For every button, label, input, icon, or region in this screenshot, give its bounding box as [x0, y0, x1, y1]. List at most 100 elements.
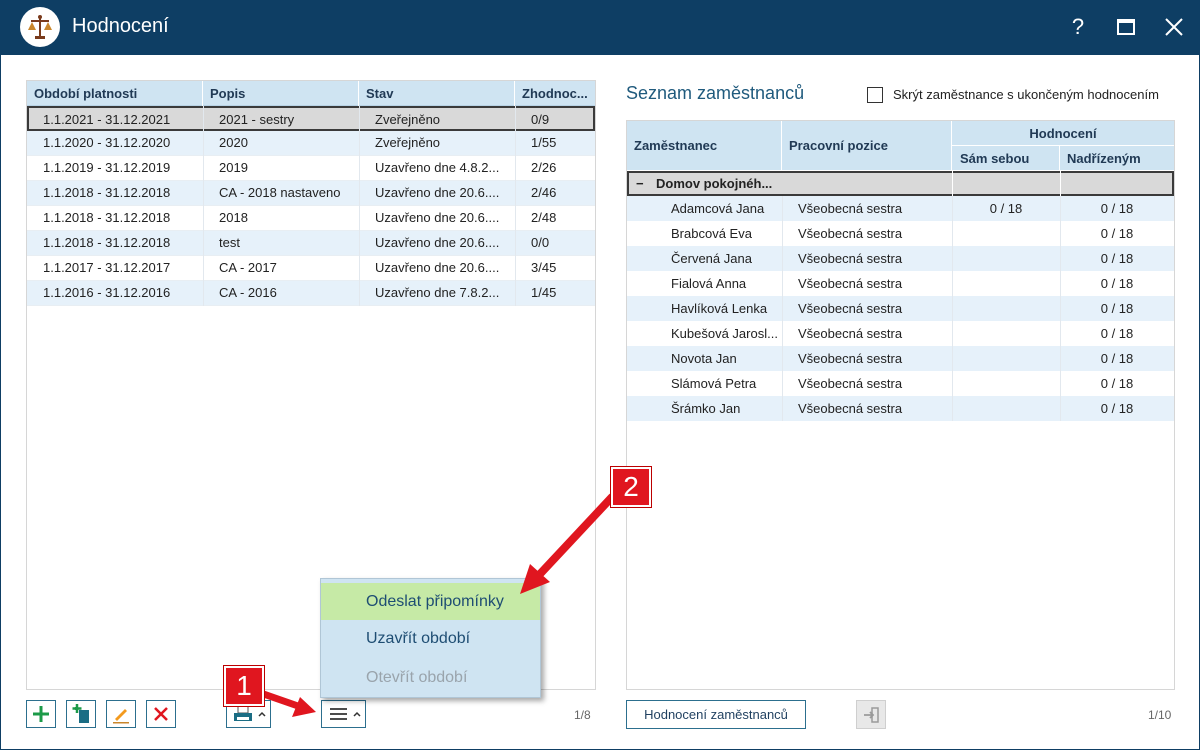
period-cell: 1.1.2021 - 31.12.2021	[43, 112, 171, 127]
column-header-employee[interactable]: Zaměstnanec	[627, 121, 782, 171]
column-separator	[782, 196, 783, 421]
superior-eval-cell: 0 / 18	[1100, 251, 1134, 266]
grid-header: Období platnosti Popis Stav Zhodnoc...	[27, 81, 595, 106]
evaluated-cell: 0/0	[531, 235, 550, 250]
superior-eval-cell: 0 / 18	[1100, 226, 1134, 241]
state-cell: Uzavřeno dne 20.6....	[375, 185, 500, 200]
state-cell: Uzavřeno dne 7.8.2...	[375, 285, 500, 300]
title-bar: Hodnocení ?	[0, 0, 1200, 55]
superior-eval-cell: 0 / 18	[1100, 326, 1134, 341]
column-header-period[interactable]: Období platnosti	[27, 81, 203, 106]
table-row[interactable]: Adamcová Jana Všeobecná sestra 0 / 18 0 …	[627, 196, 1174, 221]
table-row[interactable]: 1.1.2021 - 31.12.2021 2021 - sestry Zveř…	[27, 106, 595, 131]
table-row[interactable]: Slámová Petra Všeobecná sestra 0 / 18	[627, 371, 1174, 396]
employee-name-cell: Havlíková Lenka	[671, 301, 768, 316]
table-row[interactable]: 1.1.2020 - 31.12.2020 2020 Zveřejněno 1/…	[27, 131, 595, 156]
self-eval-cell	[952, 346, 1060, 371]
state-cell: Uzavřeno dne 20.6....	[375, 260, 500, 275]
help-button[interactable]: ?	[1063, 12, 1093, 42]
description-cell: 2018	[219, 210, 248, 225]
group-row[interactable]: − Domov pokojnéh...	[627, 171, 1174, 196]
evaluated-cell: 0/9	[531, 112, 550, 127]
export-button	[856, 700, 886, 729]
column-header-description[interactable]: Popis	[203, 81, 359, 106]
period-cell: 1.1.2017 - 31.12.2017	[43, 260, 171, 275]
evaluated-cell: 3/45	[531, 260, 557, 275]
table-row[interactable]: Havlíková Lenka Všeobecná sestra 0 / 18	[627, 296, 1174, 321]
employee-name-cell: Novota Jan	[671, 351, 737, 366]
description-cell: 2021 - sestry	[219, 112, 295, 127]
description-cell: CA - 2017	[219, 260, 277, 275]
maximize-button[interactable]	[1111, 12, 1141, 42]
copy-button[interactable]	[66, 700, 96, 728]
superior-eval-cell: 0 / 18	[1100, 201, 1134, 216]
state-cell: Uzavřeno dne 20.6....	[375, 235, 500, 250]
table-row[interactable]: 1.1.2018 - 31.12.2018 test Uzavřeno dne …	[27, 231, 595, 256]
column-separator	[952, 196, 953, 421]
period-cell: 1.1.2018 - 31.12.2018	[43, 185, 171, 200]
employee-name-cell: Šrámko Jan	[671, 401, 741, 416]
self-eval-cell	[952, 321, 1060, 346]
employee-name-cell: Kubešová Jarosl...	[671, 326, 778, 341]
superior-eval-cell: 0 / 18	[1100, 401, 1134, 416]
edit-button[interactable]	[106, 700, 136, 728]
collapse-toggle-icon[interactable]: −	[636, 171, 644, 196]
add-button[interactable]	[26, 700, 56, 728]
state-cell: Zveřejněno	[375, 135, 441, 150]
state-cell: Zveřejněno	[375, 112, 441, 127]
self-eval-cell	[952, 296, 1060, 321]
period-cell: 1.1.2016 - 31.12.2016	[43, 285, 171, 300]
employee-name-cell: Adamcová Jana	[671, 201, 765, 216]
hide-finished-checkbox[interactable]	[867, 87, 883, 103]
column-header-evaluated[interactable]: Zhodnoc...	[515, 81, 595, 106]
position-cell: Všeobecná sestra	[798, 276, 903, 291]
state-cell: Uzavřeno dne 20.6....	[375, 210, 500, 225]
evaluated-cell: 1/45	[531, 285, 557, 300]
hamburger-menu-icon	[329, 708, 361, 720]
table-row[interactable]: 1.1.2017 - 31.12.2017 CA - 2017 Uzavřeno…	[27, 256, 595, 281]
table-row[interactable]: Fialová Anna Všeobecná sestra 0 / 18	[627, 271, 1174, 296]
position-cell: Všeobecná sestra	[798, 376, 903, 391]
self-eval-cell	[952, 396, 1060, 421]
close-button[interactable]	[1159, 12, 1189, 42]
actions-dropdown-menu: Odeslat připomínky Uzavřít období Otevří…	[320, 578, 541, 698]
description-cell: 2019	[219, 160, 248, 175]
self-eval-cell	[952, 221, 1060, 246]
table-row[interactable]: 1.1.2016 - 31.12.2016 CA - 2016 Uzavřeno…	[27, 281, 595, 306]
table-row[interactable]: 1.1.2018 - 31.12.2018 2018 Uzavřeno dne …	[27, 206, 595, 231]
table-row[interactable]: 1.1.2018 - 31.12.2018 CA - 2018 nastaven…	[27, 181, 595, 206]
evaluate-employees-button[interactable]: Hodnocení zaměstnanců	[626, 700, 806, 729]
left-pager: 1/8	[574, 708, 591, 722]
employee-name-cell: Fialová Anna	[671, 276, 747, 291]
table-row[interactable]: Červená Jana Všeobecná sestra 0 / 18	[627, 246, 1174, 271]
position-cell: Všeobecná sestra	[798, 251, 903, 266]
table-row[interactable]: 1.1.2019 - 31.12.2019 2019 Uzavřeno dne …	[27, 156, 595, 181]
delete-button[interactable]	[146, 700, 176, 728]
table-row[interactable]: Kubešová Jarosl... Všeobecná sestra 0 / …	[627, 321, 1174, 346]
window-title: Hodnocení	[72, 15, 169, 37]
column-separator	[1060, 171, 1061, 196]
table-row[interactable]: Brabcová Eva Všeobecná sestra 0 / 18	[627, 221, 1174, 246]
column-header-superior[interactable]: Nadřízeným	[1060, 146, 1174, 171]
column-header-state[interactable]: Stav	[359, 81, 515, 106]
column-header-position[interactable]: Pracovní pozice	[782, 121, 952, 171]
table-row[interactable]: Novota Jan Všeobecná sestra 0 / 18	[627, 346, 1174, 371]
position-cell: Všeobecná sestra	[798, 201, 903, 216]
column-header-self[interactable]: Sám sebou	[952, 146, 1060, 171]
more-actions-menu-button[interactable]	[321, 700, 366, 728]
right-pager: 1/10	[1148, 708, 1172, 722]
export-arrow-icon	[864, 706, 879, 723]
menu-item-close-period[interactable]: Uzavřít období	[321, 620, 540, 657]
menu-item-send-comments[interactable]: Odeslat připomínky	[321, 583, 540, 620]
superior-eval-cell: 0 / 18	[1100, 351, 1134, 366]
evaluated-cell: 2/48	[531, 210, 557, 225]
employee-grid: Zaměstnanec Pracovní pozice Hodnocení Sá…	[626, 120, 1175, 690]
pencil-icon	[113, 709, 129, 724]
employee-name-cell: Červená Jana	[671, 251, 752, 266]
description-cell: 2020	[219, 135, 248, 150]
hide-finished-label[interactable]: Skrýt zaměstnance s ukončeným hodnocením	[893, 87, 1159, 102]
description-cell: CA - 2016	[219, 285, 277, 300]
column-separator	[515, 106, 516, 306]
table-row[interactable]: Šrámko Jan Všeobecná sestra 0 / 18	[627, 396, 1174, 421]
position-cell: Všeobecná sestra	[798, 326, 903, 341]
